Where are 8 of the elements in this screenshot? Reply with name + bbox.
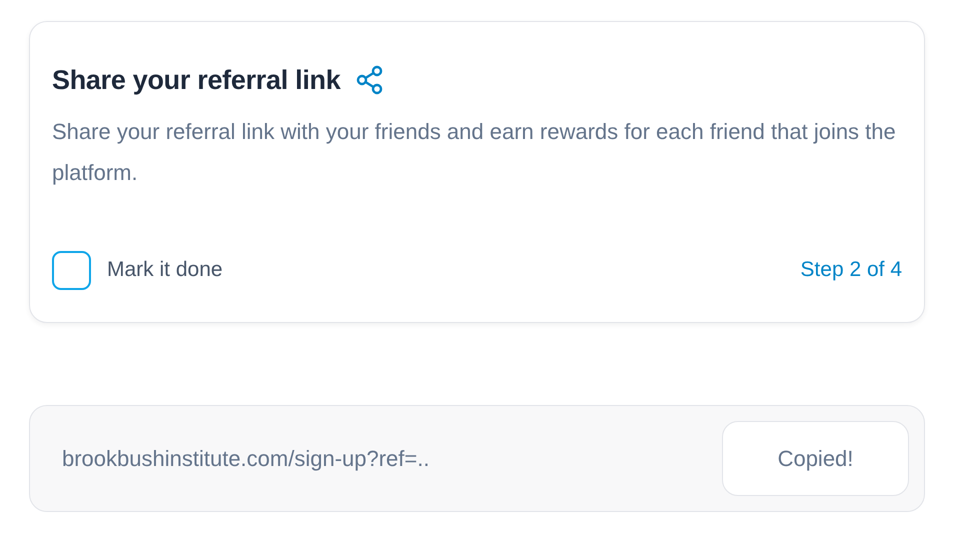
share-icon xyxy=(356,65,384,96)
card-description: Share your referral link with your friends and earn rewards for each friend that joins the platform. xyxy=(52,118,897,187)
checkbox-label: Mark it done xyxy=(107,257,223,284)
card-title: Share your referral link xyxy=(52,64,340,97)
copy-button[interactable]: Copied! xyxy=(722,420,909,496)
done-checkbox[interactable] xyxy=(52,250,91,290)
step-indicator: Step 2 of 4 xyxy=(800,257,902,284)
referral-url: brookbushinstitute.com/sign-up?ref=.. xyxy=(62,444,430,473)
